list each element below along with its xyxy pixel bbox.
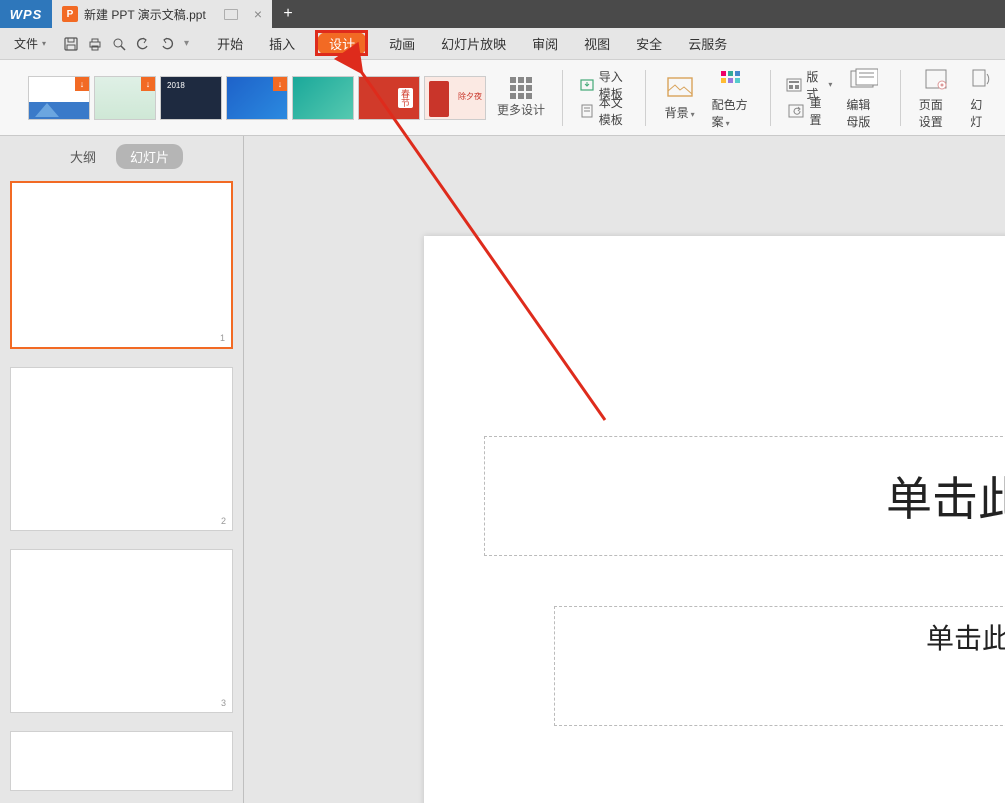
separator (770, 70, 771, 126)
subtitle-placeholder[interactable]: 单击此处添加副 (554, 606, 1005, 726)
slide-number: 1 (220, 333, 225, 343)
more-designs-button[interactable]: 更多设计 (490, 71, 552, 125)
slides-panel: 大纲 幻灯片 1 2 3 (0, 136, 244, 803)
slide-number: 2 (221, 516, 226, 526)
chevron-down-icon: ▾ (42, 39, 46, 48)
page-setup-label: 页面设置 (919, 96, 955, 130)
file-menu-label: 文件 (14, 35, 38, 52)
slide-orientation-button[interactable]: 幻灯 (962, 62, 999, 134)
tab-slideshow[interactable]: 幻灯片放映 (437, 32, 510, 55)
grid-icon (510, 77, 532, 99)
local-template-button[interactable]: 本文模板 (573, 99, 635, 123)
close-tab-icon[interactable]: × (254, 6, 262, 22)
separator (900, 70, 901, 126)
tab-design[interactable]: 设计 (317, 32, 367, 55)
tab-view[interactable]: 视图 (580, 32, 614, 55)
document-icon (579, 101, 595, 121)
qat-dropdown-icon[interactable]: ▾ (184, 38, 189, 49)
panel-tab-outline[interactable]: 大纲 (60, 144, 106, 169)
wps-logo[interactable]: WPS (0, 0, 52, 28)
tab-security[interactable]: 安全 (632, 32, 666, 55)
background-icon (666, 74, 694, 102)
page-setup-button[interactable]: 页面设置 (911, 62, 963, 134)
chevron-down-icon: ▾ (828, 80, 832, 89)
slide-thumb[interactable] (10, 731, 233, 791)
separator (645, 70, 646, 126)
canvas[interactable]: 单击此处添加 单击此处添加副 (244, 136, 1005, 803)
print-preview-icon[interactable] (110, 35, 128, 53)
slide-thumbnails: 1 2 3 (0, 181, 243, 803)
ribbon-tabs: 开始 插入 设计 动画 幻灯片放映 审阅 视图 安全 云服务 (213, 32, 731, 55)
tab-insert[interactable]: 插入 (265, 32, 299, 55)
document-tab-label: 新建 PPT 演示文稿.ppt (84, 6, 206, 23)
titlebar: WPS P 新建 PPT 演示文稿.ppt × + (0, 0, 1005, 28)
palette-icon (718, 66, 746, 94)
color-scheme-button[interactable]: 配色方案▾ (704, 62, 760, 134)
template-label: 除夕夜 (458, 91, 482, 102)
redo-icon[interactable] (158, 35, 176, 53)
template-label: 春节 (398, 88, 413, 108)
orientation-icon (967, 66, 995, 94)
background-label: 背景 (665, 106, 689, 120)
template-thumb[interactable]: ↓ (28, 76, 90, 120)
reset-label: 重置 (809, 94, 832, 128)
template-thumb[interactable] (160, 76, 222, 120)
download-icon: ↓ (75, 77, 89, 91)
undo-icon[interactable] (134, 35, 152, 53)
slide-thumb[interactable]: 1 (10, 181, 233, 349)
presentation-mode-icon[interactable] (224, 9, 238, 20)
document-tab[interactable]: P 新建 PPT 演示文稿.ppt × (52, 0, 272, 28)
download-icon: ↓ (273, 77, 287, 91)
tab-start[interactable]: 开始 (213, 32, 247, 55)
edit-master-label: 编辑母版 (846, 96, 882, 130)
slide-thumb[interactable]: 2 (10, 367, 233, 531)
edit-master-button[interactable]: 编辑母版 (838, 62, 890, 134)
download-icon: ↓ (141, 77, 155, 91)
page-setup-icon (922, 66, 950, 94)
ribbon-design: ↓ ↓ ↓ 春节 除夕夜 更多设计 导入模板 本文模板 背景▾ 配色方案▾ (0, 60, 1005, 136)
slide-number: 3 (221, 698, 226, 708)
more-designs-label: 更多设计 (497, 101, 545, 118)
template-thumb[interactable]: 春节 (358, 76, 420, 120)
save-icon[interactable] (62, 35, 80, 53)
template-thumb[interactable]: ↓ (94, 76, 156, 120)
template-thumb[interactable]: ↓ (226, 76, 288, 120)
slide-thumb[interactable]: 3 (10, 549, 233, 713)
new-tab-button[interactable]: + (272, 0, 304, 28)
background-button[interactable]: 背景▾ (656, 70, 704, 125)
menubar: 文件 ▾ ▾ 开始 插入 设计 动画 幻灯片放映 审阅 视图 安全 云服务 (0, 28, 1005, 60)
title-placeholder[interactable]: 单击此处添加 (484, 436, 1005, 556)
reset-button[interactable]: 重置 (780, 99, 838, 123)
tab-cloud[interactable]: 云服务 (684, 32, 731, 55)
layout-icon (786, 75, 802, 95)
master-icon (850, 66, 878, 94)
tab-animation[interactable]: 动画 (385, 32, 419, 55)
slide-orientation-label: 幻灯 (970, 96, 991, 130)
import-icon (579, 75, 595, 95)
tab-review[interactable]: 审阅 (528, 32, 562, 55)
file-menu[interactable]: 文件 ▾ (8, 33, 52, 54)
workspace: 大纲 幻灯片 1 2 3 单击此处添加 单击此处添加副 (0, 136, 1005, 803)
template-thumb[interactable] (292, 76, 354, 120)
panel-tabs: 大纲 幻灯片 (0, 136, 243, 181)
local-template-label: 本文模板 (599, 94, 629, 128)
chevron-down-icon: ▾ (726, 119, 730, 128)
quick-access-toolbar: ▾ (62, 35, 189, 53)
panel-tab-slides[interactable]: 幻灯片 (116, 144, 183, 169)
template-thumb[interactable]: 除夕夜 (424, 76, 486, 120)
chevron-down-icon: ▾ (691, 110, 695, 119)
ppt-icon: P (62, 6, 78, 22)
slide-editor[interactable]: 单击此处添加 单击此处添加副 (424, 236, 1005, 803)
reset-icon (786, 101, 805, 121)
design-templates: ↓ ↓ ↓ 春节 除夕夜 更多设计 (28, 71, 552, 125)
separator (562, 70, 563, 126)
print-icon[interactable] (86, 35, 104, 53)
